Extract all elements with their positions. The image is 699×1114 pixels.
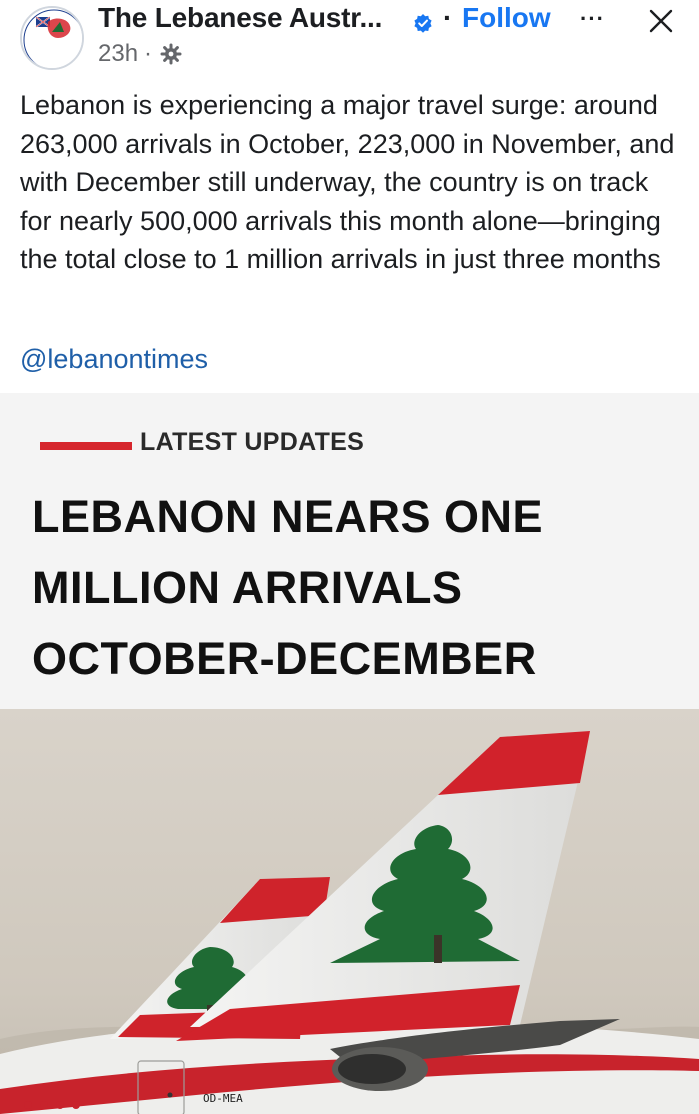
card-headline: LEBANON NEARS ONE MILLION ARRIVALS OCTOB… xyxy=(32,481,682,694)
airplane-tails-illustration xyxy=(0,709,699,1114)
headline-line: LEBANON NEARS ONE xyxy=(32,491,544,542)
follow-button[interactable]: Follow xyxy=(462,2,551,34)
mention-link[interactable]: @lebanontimes xyxy=(20,344,208,375)
headline-line: OCTOBER-DECEMBER xyxy=(32,633,537,684)
post-header: The Lebanese Austr... · Follow ··· 23h · xyxy=(0,0,699,80)
post-text: Lebanon is experiencing a major travel s… xyxy=(20,90,675,274)
close-icon[interactable] xyxy=(646,6,676,36)
meta-separator: · xyxy=(144,40,153,67)
header-separator: · xyxy=(443,2,453,33)
globe-icon xyxy=(160,43,182,65)
shared-image-card[interactable]: LATEST UPDATES LEBANON NEARS ONE MILLION… xyxy=(0,393,699,709)
lebanese-australian-logo xyxy=(22,8,82,68)
kicker-accent-bar xyxy=(40,442,132,450)
post-time[interactable]: 23h xyxy=(98,40,138,68)
aircraft-registration: OD-MEA xyxy=(203,1092,243,1105)
post-meta: 23h · xyxy=(98,40,182,68)
verified-badge-icon xyxy=(414,14,432,33)
more-options-button[interactable]: ··· xyxy=(580,6,605,32)
airplane-tails-photo[interactable]: OD-MEA xyxy=(0,709,699,1114)
headline-line: MILLION ARRIVALS xyxy=(32,562,463,613)
page-avatar[interactable] xyxy=(20,6,84,70)
card-kicker: LATEST UPDATES xyxy=(140,428,365,456)
page-name[interactable]: The Lebanese Austr... xyxy=(98,2,382,34)
